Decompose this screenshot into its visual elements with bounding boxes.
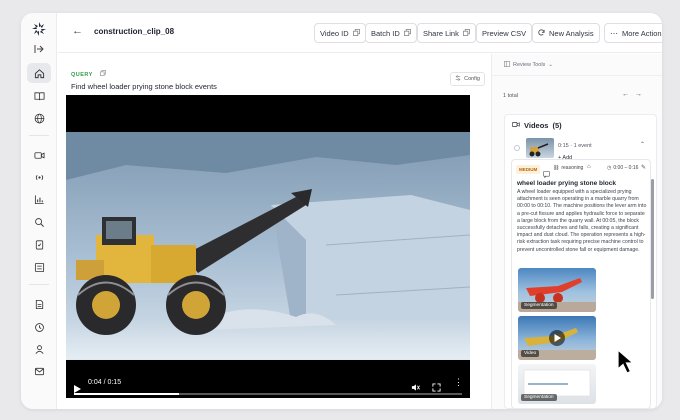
new-analysis-label: New Analysis — [549, 28, 594, 38]
progress-fill — [74, 393, 179, 395]
video-camera-icon — [511, 121, 520, 130]
search-icon[interactable] — [27, 212, 51, 232]
progress-track[interactable] — [74, 393, 462, 395]
globe-icon[interactable] — [27, 108, 51, 128]
edit-icon[interactable]: ✎ — [641, 164, 646, 171]
copy-icon — [352, 28, 360, 38]
thumbnail-label: Segmentation — [521, 302, 557, 309]
new-analysis-button[interactable]: New Analysis — [532, 23, 600, 43]
play-icon[interactable] — [74, 380, 81, 398]
severity-badge: MEDIUM — [516, 165, 541, 174]
clipboard-icon[interactable] — [27, 234, 51, 254]
history-icon[interactable] — [27, 317, 51, 337]
thumbnail-label: Segmentation — [521, 394, 557, 401]
top-bar: ← construction_clip_08 Video ID Batch ID… — [58, 13, 662, 53]
camera-icon[interactable] — [27, 145, 51, 165]
app-window: ← construction_clip_08 Video ID Batch ID… — [21, 13, 662, 409]
time-display: 0:04 / 0:15 — [88, 379, 122, 386]
event-description: A wheel loader equipped with a specializ… — [517, 189, 647, 253]
config-button[interactable]: Config — [450, 72, 485, 86]
video-frame — [66, 95, 470, 398]
total-count: 1 total — [503, 93, 518, 99]
share-link-label: Share Link — [423, 28, 459, 38]
video-thumbnail[interactable]: Video — [518, 316, 596, 360]
segmentation-thumbnail[interactable]: Segmentation — [518, 268, 596, 312]
panel-icon — [504, 60, 510, 69]
checkbox[interactable] — [514, 145, 520, 151]
video-id-label: Video ID — [320, 28, 349, 38]
copy-icon — [403, 28, 411, 38]
list-icon[interactable] — [27, 257, 51, 277]
copy-icon[interactable] — [99, 70, 106, 78]
mail-icon[interactable] — [27, 361, 51, 381]
review-tools-label: Review Tools — [513, 61, 546, 68]
clip-title: construction_clip_08 — [94, 27, 175, 36]
batch-id-label: Batch ID — [371, 28, 400, 38]
sidebar — [21, 13, 57, 409]
video-controls: 0:04 / 0:15 ⋮ — [66, 358, 470, 398]
refresh-icon — [538, 28, 545, 38]
event-time-range: ◷ 0:00 – 0:16 — [607, 165, 639, 171]
chevron-up-icon[interactable]: ⌃ — [640, 141, 645, 148]
link-icon: ⛓ — [553, 165, 560, 171]
scrollbar[interactable] — [651, 179, 654, 299]
video-id-button[interactable]: Video ID — [314, 23, 366, 43]
event-title: wheel loader prying stone block — [517, 180, 616, 187]
videos-header: Videos (5) — [511, 121, 562, 130]
share-link-button[interactable]: Share Link — [417, 23, 476, 43]
query-text: Find wheel loader prying stone block eve… — [71, 82, 217, 91]
clip-thumbnail — [526, 138, 554, 158]
clip-time: 0:15 · 1 event — [558, 143, 592, 149]
logo-icon[interactable] — [27, 19, 51, 39]
query-tag: QUERY — [71, 70, 106, 78]
thumbnail-label: Video — [521, 350, 540, 357]
pager-arrows[interactable]: ←→ — [622, 91, 648, 98]
home-icon[interactable] — [27, 63, 51, 83]
ellipsis-icon: ⋯ — [610, 28, 618, 38]
review-panel: Review Tools ⌄ 1 total ←→ Videos (5) 0:1… — [491, 54, 662, 409]
more-actions-label: More Actions — [622, 28, 662, 38]
more-icon[interactable]: ⋮ — [454, 378, 463, 387]
sliders-icon — [455, 75, 461, 83]
segmentation-thumbnail-2[interactable]: Segmentation — [518, 364, 596, 404]
chevron-down-icon: ⌄ — [548, 61, 553, 68]
preview-csv-button[interactable]: Preview CSV — [476, 23, 533, 43]
videos-count: (5) — [552, 121, 562, 130]
config-label: Config — [464, 76, 480, 82]
batch-id-button[interactable]: Batch ID — [365, 23, 417, 43]
broadcast-icon[interactable] — [27, 167, 51, 187]
review-tools-dropdown[interactable]: Review Tools ⌄ — [492, 54, 662, 76]
videos-label: Videos — [524, 121, 549, 130]
tag-icon[interactable]: ⌂ — [587, 164, 591, 170]
document-icon[interactable] — [27, 294, 51, 314]
clock-icon: ◷ — [607, 165, 612, 171]
collapse-icon[interactable] — [27, 39, 51, 59]
copy-icon — [462, 28, 470, 38]
book-icon[interactable] — [27, 86, 51, 106]
more-actions-button[interactable]: ⋯ More Actions — [604, 23, 662, 43]
cursor-icon — [617, 348, 635, 380]
user-icon[interactable] — [27, 339, 51, 359]
back-arrow-icon[interactable]: ← — [72, 25, 83, 37]
video-player[interactable]: 0:04 / 0:15 ⋮ — [66, 95, 470, 398]
preview-csv-label: Preview CSV — [482, 28, 527, 38]
reasoning-link[interactable]: ⛓ reasoning — [553, 165, 583, 171]
chart-icon[interactable] — [27, 189, 51, 209]
